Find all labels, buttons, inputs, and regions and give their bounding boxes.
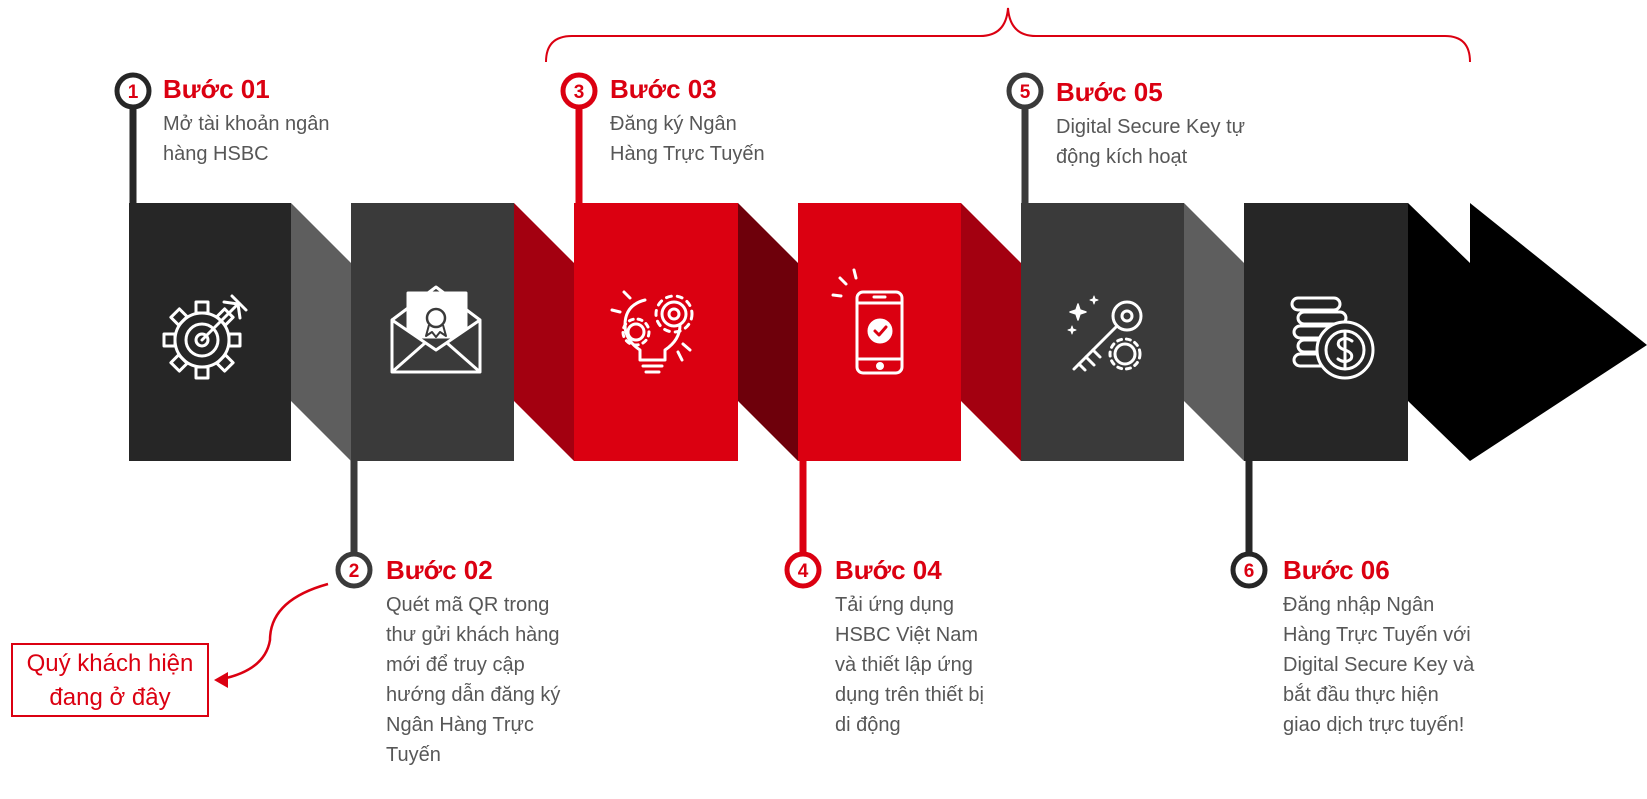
fold-3-4: [738, 203, 798, 461]
step-6-desc-line: Đăng nhập Ngân: [1283, 594, 1435, 616]
step-4-desc-line: dụng trên thiết bị: [835, 684, 984, 706]
step-3-title: Bước 03: [610, 74, 717, 104]
fold-2-3: [514, 203, 574, 461]
fold-5-6: [1184, 203, 1244, 461]
you-are-here-arrowhead: [214, 672, 228, 688]
step-4-desc-line: và thiết lập ứng: [835, 654, 973, 676]
step-2-desc-line: hướng dẫn đăng ký: [386, 684, 561, 706]
step-number-badge-5: 5: [1006, 72, 1044, 110]
step-number-6: 6: [1244, 561, 1255, 582]
you-are-here-box: Quý khách hiện đang ở đây: [11, 643, 209, 717]
panel-step-3: [574, 203, 738, 461]
step-1-desc-line: hàng HSBC: [163, 143, 269, 165]
step-5-title: Bước 05: [1056, 77, 1163, 107]
fold-1-2: [291, 203, 351, 461]
step-number-badge-2: 2: [335, 551, 373, 589]
step-number-4: 4: [798, 561, 809, 582]
fold-4-5: [961, 203, 1021, 461]
step-4-desc-line: di động: [835, 714, 901, 736]
step-1-title: Bước 01: [163, 74, 270, 104]
step-4-title: Bước 04: [835, 555, 942, 585]
step-5-desc-line: Digital Secure Key tự: [1056, 116, 1246, 138]
step-2-desc-line: Quét mã QR trong: [386, 594, 550, 616]
step-number-2: 2: [349, 561, 360, 582]
you-are-here-arrow: [221, 582, 329, 681]
step-4-desc: Tải ứng dụng HSBC Việt Nam và thiết lập …: [835, 590, 984, 740]
step-1-desc-line: Mở tài khoản ngân: [163, 113, 330, 135]
end-arrow: [1408, 203, 1647, 461]
step-6-desc-line: Hàng Trực Tuyến với: [1283, 624, 1471, 646]
step-number-3: 3: [574, 82, 585, 103]
step-3-desc-line: Hàng Trực Tuyến: [610, 143, 765, 165]
step-6-desc-line: bắt đầu thực hiện: [1283, 684, 1439, 706]
step-number-badge-3: 3: [560, 72, 598, 110]
step-5-desc-line: động kích hoạt: [1056, 146, 1188, 168]
step-2-desc-line: Tuyến: [386, 744, 441, 766]
step-number-badge-6: 6: [1230, 551, 1268, 589]
step-2-title: Bước 02: [386, 555, 493, 585]
you-are-here-line: Quý khách hiện: [26, 650, 194, 677]
you-are-here-line: đang ở đây: [49, 684, 171, 711]
step-2-desc-line: mới để truy cập: [386, 654, 525, 676]
step-2-desc-line: Ngân Hàng Trực: [386, 714, 534, 736]
step-number-5: 5: [1020, 82, 1031, 103]
step-6-title: Bước 06: [1283, 555, 1390, 585]
step-3-desc: Đăng ký Ngân Hàng Trực Tuyến: [610, 109, 765, 169]
panel-step-5: [1021, 203, 1184, 461]
step-number-1: 1: [128, 82, 139, 103]
bracket: [545, 7, 1471, 63]
step-1-desc: Mở tài khoản ngân hàng HSBC: [163, 109, 330, 169]
step-2-desc: Quét mã QR trong thư gửi khách hàng mới …: [386, 590, 560, 770]
step-number-badge-1: 1: [114, 72, 152, 110]
step-6-desc: Đăng nhập Ngân Hàng Trực Tuyến với Digit…: [1283, 590, 1474, 740]
step-6-desc-line: giao dịch trực tuyến!: [1283, 714, 1465, 736]
step-4-desc-line: HSBC Việt Nam: [835, 624, 979, 646]
step-2-desc-line: thư gửi khách hàng: [386, 624, 560, 646]
step-5-desc: Digital Secure Key tự động kích hoạt: [1056, 112, 1245, 172]
step-3-desc-line: Đăng ký Ngân: [610, 113, 737, 135]
step-4-desc-line: Tải ứng dụng: [835, 594, 955, 616]
step-number-badge-4: 4: [784, 551, 822, 589]
step-6-desc-line: Digital Secure Key và: [1283, 654, 1475, 676]
